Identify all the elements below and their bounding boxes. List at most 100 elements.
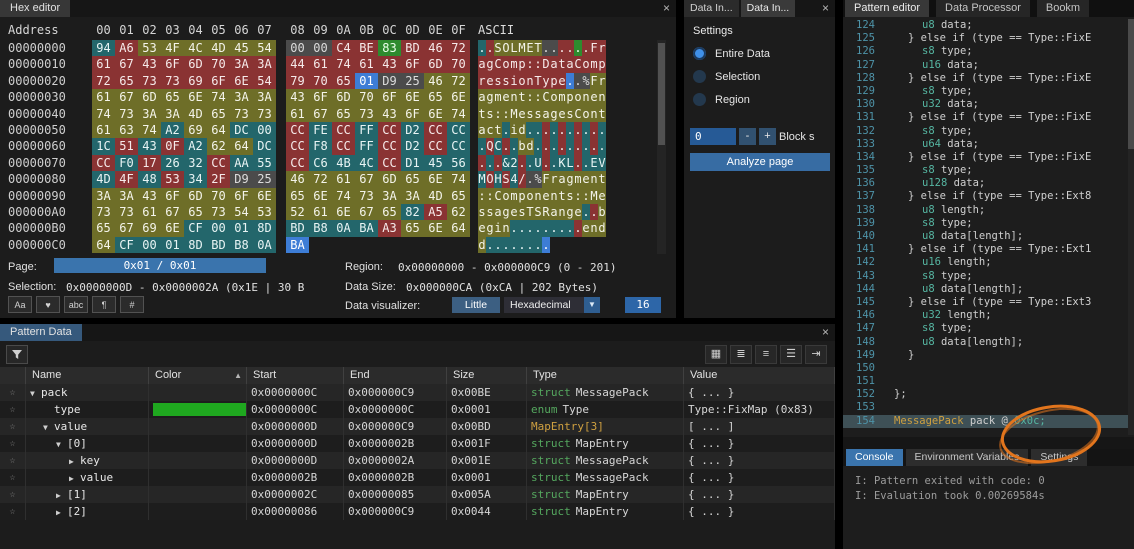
hex-byte[interactable]: 62 xyxy=(447,204,470,220)
favorite-star-icon[interactable]: ☆ xyxy=(9,455,15,466)
ascii-char[interactable]: . xyxy=(478,40,486,56)
ascii-char[interactable]: . xyxy=(574,73,582,89)
tree-collapse-icon[interactable]: ▶ xyxy=(69,453,80,469)
goto-icon[interactable]: ⇥ xyxy=(805,345,827,364)
hex-byte[interactable]: 70 xyxy=(207,188,230,204)
hex-byte[interactable]: 53 xyxy=(138,40,161,56)
code-line[interactable]: 147s8 type; xyxy=(843,322,1134,335)
hex-byte[interactable]: 65 xyxy=(286,188,309,204)
ascii-char[interactable]: : xyxy=(526,56,534,72)
hex-byte[interactable]: BA xyxy=(355,220,378,236)
ascii-char[interactable]: M xyxy=(590,188,598,204)
ascii-char[interactable]: . xyxy=(542,220,550,236)
ascii-char[interactable]: p xyxy=(518,188,526,204)
tree-expand-icon[interactable]: ▼ xyxy=(56,436,67,452)
ascii-char[interactable]: . xyxy=(550,138,558,154)
hex-byte[interactable]: 4F xyxy=(115,171,138,187)
ascii-char[interactable]: . xyxy=(550,220,558,236)
hex-byte[interactable]: 6E xyxy=(332,204,355,220)
code-line[interactable]: 143s8 type; xyxy=(843,270,1134,283)
code-line[interactable]: 133u64 data; xyxy=(843,138,1134,151)
hex-byte[interactable]: 62 xyxy=(207,138,230,154)
ascii-char[interactable]: : xyxy=(478,188,486,204)
ascii-char[interactable]: : xyxy=(502,106,510,122)
hex-byte[interactable]: 00 xyxy=(207,220,230,236)
hex-byte[interactable]: 61 xyxy=(92,89,115,105)
tree-expand-icon[interactable]: ▼ xyxy=(43,419,54,435)
ascii-char[interactable]: o xyxy=(502,56,510,72)
code-line[interactable]: 148u8 data[length]; xyxy=(843,336,1134,349)
hex-byte[interactable]: 73 xyxy=(115,204,138,220)
hex-byte[interactable]: 01 xyxy=(355,73,378,89)
hex-byte[interactable]: 34 xyxy=(184,171,207,187)
hex-byte[interactable]: 8D xyxy=(184,237,207,253)
hex-byte[interactable]: 6E xyxy=(184,89,207,105)
pattern-row[interactable]: ☆▼[0]0x0000000D0x0000002B0x001FstructMap… xyxy=(0,435,835,452)
ascii-char[interactable]: S xyxy=(534,204,542,220)
list-icon[interactable]: ☰ xyxy=(780,345,802,364)
ascii-char[interactable]: t xyxy=(558,56,566,72)
ascii-char[interactable]: : xyxy=(526,89,534,105)
hex-byte[interactable]: 74 xyxy=(447,106,470,122)
hex-byte[interactable]: 6D xyxy=(332,89,355,105)
ascii-char[interactable]: r xyxy=(598,73,606,89)
hex-byte[interactable]: 73 xyxy=(92,204,115,220)
ascii-char[interactable]: s xyxy=(526,106,534,122)
tree-expand-icon[interactable]: ▼ xyxy=(30,385,41,401)
hex-byte[interactable]: CC xyxy=(286,155,309,171)
hex-byte[interactable]: BD xyxy=(286,220,309,236)
hex-byte[interactable]: 65 xyxy=(447,188,470,204)
hex-byte[interactable]: 61 xyxy=(138,204,161,220)
alignment-icon[interactable]: ≡ xyxy=(755,345,777,364)
hex-scrollbar-thumb[interactable] xyxy=(658,43,665,145)
ascii-char[interactable]: : xyxy=(494,106,502,122)
hex-byte[interactable]: 69 xyxy=(184,122,207,138)
ascii-char[interactable]: . xyxy=(558,40,566,56)
case-toggle[interactable]: Aa xyxy=(8,296,32,313)
ascii-char[interactable]: a xyxy=(550,56,558,72)
ascii-char[interactable]: d xyxy=(598,220,606,236)
ascii-char[interactable]: a xyxy=(494,204,502,220)
ascii-char[interactable]: e xyxy=(478,220,486,236)
code-line[interactable]: 128} else if (type == Type::FixE xyxy=(843,72,1134,85)
column-header-color[interactable]: Color▲ xyxy=(149,367,247,384)
ascii-char[interactable]: F xyxy=(590,40,598,56)
hex-byte[interactable]: D2 xyxy=(401,122,424,138)
ascii-char[interactable]: e xyxy=(582,171,590,187)
pattern-row[interactable]: ☆ type0x0000000C0x0000000C0x0001enumType… xyxy=(0,401,835,418)
ascii-char[interactable]: C xyxy=(494,56,502,72)
ascii-char[interactable]: . xyxy=(478,155,486,171)
pattern-row[interactable]: ☆▶key0x0000000D0x0000002A0x001EstructMes… xyxy=(0,452,835,469)
ascii-char[interactable]: p xyxy=(566,89,574,105)
ascii-char[interactable]: . xyxy=(582,155,590,171)
ascii-char[interactable]: d xyxy=(478,237,486,253)
hex-byte[interactable]: 8D xyxy=(253,220,276,236)
hex-byte[interactable]: D2 xyxy=(401,138,424,154)
hex-byte[interactable]: BA xyxy=(286,237,309,253)
pattern-row[interactable]: ☆▼value0x0000000D0x000000C90x00BDMapEntr… xyxy=(0,418,835,435)
column-header-star[interactable] xyxy=(0,367,26,384)
hex-byte[interactable]: 46 xyxy=(286,171,309,187)
ascii-char[interactable]: . xyxy=(550,122,558,138)
ascii-char[interactable]: e xyxy=(598,188,606,204)
code-line[interactable]: 134} else if (type == Type::FixE xyxy=(843,151,1134,164)
hex-byte[interactable]: 70 xyxy=(207,56,230,72)
favorite-star-icon[interactable]: ☆ xyxy=(9,404,15,415)
hex-byte[interactable]: 65 xyxy=(207,106,230,122)
ascii-char[interactable]: . xyxy=(534,237,542,253)
code-line[interactable]: 126s8 type; xyxy=(843,45,1134,58)
ascii-char[interactable]: a xyxy=(478,122,486,138)
editor-scrollbar-thumb[interactable] xyxy=(1128,19,1134,149)
ascii-char[interactable]: C xyxy=(574,106,582,122)
ascii-char[interactable]: e xyxy=(542,188,550,204)
hex-byte[interactable]: CC xyxy=(424,122,447,138)
hex-byte[interactable]: 65 xyxy=(401,220,424,236)
hex-byte[interactable]: CC xyxy=(286,138,309,154)
hex-byte[interactable]: 61 xyxy=(355,56,378,72)
hex-byte[interactable]: 6E xyxy=(309,188,332,204)
ascii-char[interactable]: b xyxy=(518,138,526,154)
ascii-char[interactable]: % xyxy=(582,73,590,89)
ascii-char[interactable]: : xyxy=(486,188,494,204)
code-line[interactable]: 131} else if (type == Type::FixE xyxy=(843,111,1134,124)
hex-byte[interactable]: 54 xyxy=(253,40,276,56)
